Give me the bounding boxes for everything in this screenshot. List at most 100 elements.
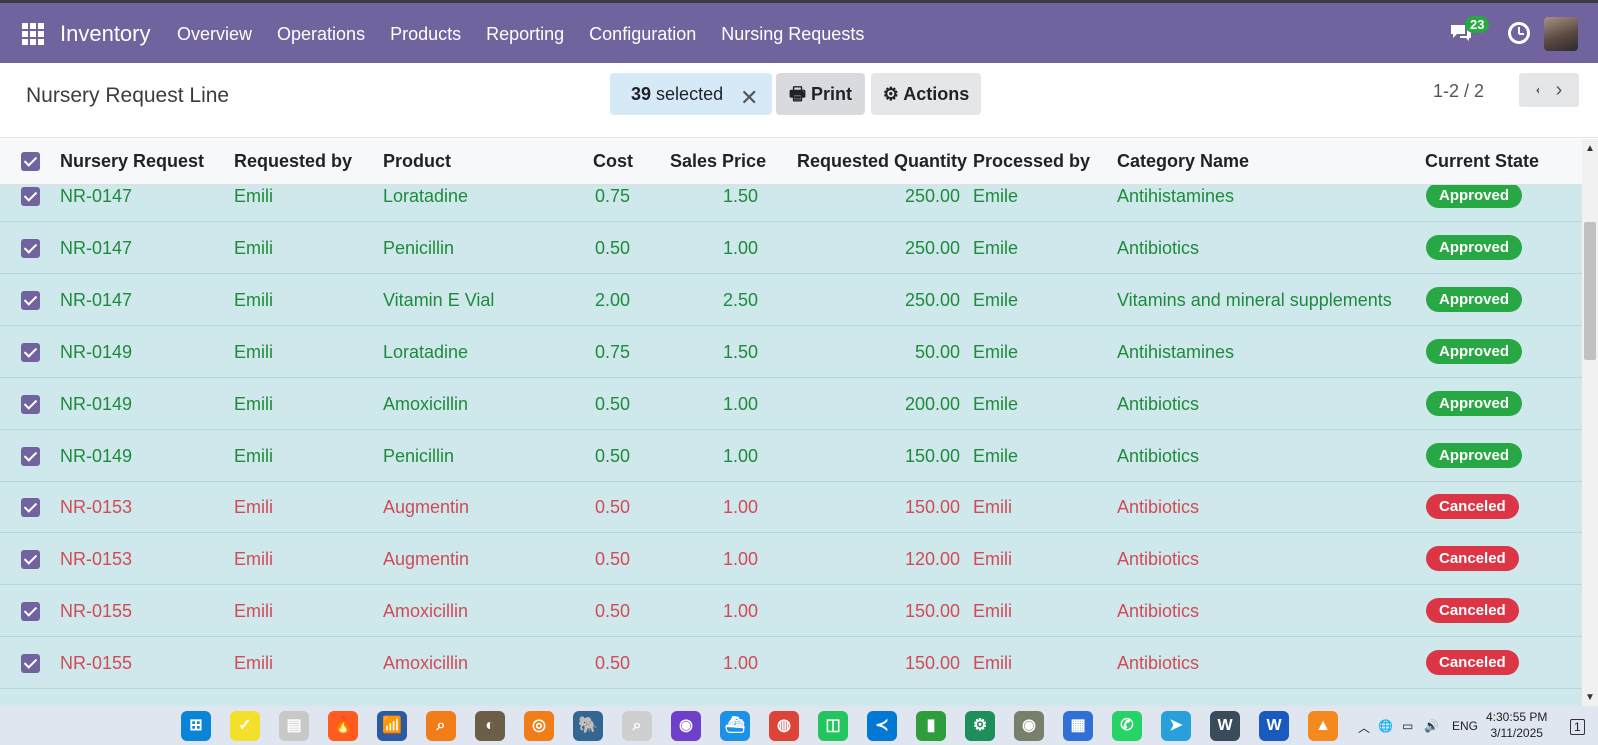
table-row[interactable]: NR-0153 Emili Augmentin 0.50 1.00 120.00 Emili… [0, 534, 1582, 586]
row-checkbox[interactable] [21, 342, 40, 362]
cell-product: Amoxicillin [383, 653, 469, 674]
cell-category-name: Antibiotics [1117, 497, 1200, 518]
telegram-icon[interactable]: ➤ [1161, 711, 1191, 741]
chevron-right-icon: › [1555, 79, 1563, 101]
pager-value[interactable]: 1-2 / 2 [1433, 81, 1484, 102]
activity-clock-icon[interactable] [1508, 22, 1530, 44]
column-header-requested-by[interactable]: Requested by [234, 151, 352, 172]
row-checkbox[interactable] [21, 446, 40, 466]
scroll-up-arrow-icon[interactable]: ▲ [1585, 143, 1595, 154]
column-header-category-name[interactable]: Category Name [1117, 151, 1249, 172]
cell-sales-price: 1.00 [722, 601, 758, 622]
app-grid-icon[interactable] [22, 23, 44, 45]
table-row[interactable]: NR-0155 Emili Amoxicillin 0.50 1.00 150.00 Emi… [0, 638, 1582, 690]
menu-products[interactable]: Products [390, 24, 461, 45]
row-checkbox[interactable] [21, 550, 40, 570]
scrollbar-thumb[interactable] [1584, 222, 1596, 360]
column-header-processed-by[interactable]: Processed by [973, 151, 1090, 172]
cell-requested-by: Emili [234, 653, 273, 674]
screen-capture-icon[interactable]: ◫ [818, 711, 848, 741]
battery-icon[interactable]: ▭ [1402, 719, 1413, 733]
row-checkbox[interactable] [21, 394, 40, 414]
vscode-icon[interactable]: ≺ [867, 711, 897, 741]
print-button[interactable]: 🖶 Print [776, 73, 865, 115]
status-badge: Approved [1426, 185, 1523, 208]
cell-requested-quantity: 250.00 [904, 186, 960, 206]
column-header-nursery-request[interactable]: Nursery Request [60, 151, 204, 172]
volume-icon[interactable]: 🔊 [1424, 719, 1439, 733]
menu-configuration[interactable]: Configuration [589, 24, 696, 45]
notification-icon[interactable]: 1 [1570, 719, 1585, 735]
taskbar-clock[interactable]: 4:30:55 PM 3/11/2025 [1486, 709, 1547, 741]
table-row[interactable]: NR-0155 Emili Amoxicillin 0.50 1.00 150.00 Emi… [0, 586, 1582, 638]
row-checkbox[interactable] [21, 187, 40, 206]
cell-nursery-request: NR-0149 [60, 341, 133, 362]
cell-requested-quantity: 250.00 [904, 237, 960, 258]
blender-icon[interactable]: ◎ [524, 711, 554, 741]
whatsapp-icon[interactable]: ✆ [1112, 711, 1142, 741]
app-brand[interactable]: Inventory [60, 21, 151, 47]
menu-nursing-requests[interactable]: Nursing Requests [721, 24, 864, 45]
sticky-notes-icon[interactable]: ✓ [230, 711, 260, 741]
cell-sales-price: 1.00 [722, 393, 758, 414]
cell-requested-by: Emili [234, 341, 273, 362]
gimp-icon[interactable]: ◐ [475, 711, 505, 741]
column-header-current-state[interactable]: Current State [1425, 151, 1539, 172]
show-hidden-icons-chevron-icon[interactable]: ︿ [1358, 719, 1370, 736]
grid-app-icon[interactable]: ▦ [1063, 711, 1093, 741]
table-row[interactable]: NR-0149 Emili Loratadine 0.75 1.50 50.00 Emile… [0, 327, 1582, 378]
menu-overview[interactable]: Overview [177, 24, 252, 45]
row-checkbox[interactable] [21, 290, 40, 310]
cell-cost: 0.50 [594, 497, 630, 518]
menu-reporting[interactable]: Reporting [486, 24, 564, 45]
word-icon[interactable]: W [1259, 711, 1289, 741]
docker-icon[interactable]: ⛴ [720, 711, 750, 741]
wireless-icon[interactable]: 📶 [377, 711, 407, 741]
column-header-product[interactable]: Product [383, 151, 451, 172]
menu-operations[interactable]: Operations [277, 24, 365, 45]
row-checkbox[interactable] [21, 498, 40, 518]
table-row[interactable]: NR-0147 Emili Vitamin E Vial 2.00 2.50 250.00… [0, 275, 1582, 326]
column-header-sales-price[interactable]: Sales Price [670, 151, 766, 172]
table-row[interactable]: NR-0149 Emili Penicillin 0.50 1.00 150.00 Emil… [0, 431, 1582, 482]
pipe-icon[interactable]: ▮ [916, 711, 946, 741]
eye-app-icon[interactable]: ◉ [1014, 711, 1044, 741]
cell-requested-quantity: 150.00 [904, 653, 960, 674]
language-indicator[interactable]: ENG [1452, 719, 1478, 733]
column-header-requested-quantity[interactable]: Requested Quantity [797, 151, 967, 172]
cell-category-name: Antihistamines [1117, 186, 1235, 206]
cell-nursery-request: NR-0149 [60, 445, 133, 466]
wordpress-icon[interactable]: W [1210, 711, 1240, 741]
cell-requested-quantity: 150.00 [904, 445, 960, 466]
row-checkbox[interactable] [21, 238, 40, 258]
row-checkbox[interactable] [21, 602, 40, 622]
scroll-down-arrow-icon[interactable]: ▼ [1585, 692, 1595, 703]
windows-start-icon[interactable]: ⊞ [181, 711, 211, 741]
search-magnifier-icon[interactable]: ⌕ [426, 711, 456, 741]
github-icon[interactable]: ◉ [671, 711, 701, 741]
cell-nursery-request: NR-0153 [60, 549, 133, 570]
cell-requested-by: Emili [234, 393, 273, 414]
vlc-icon[interactable]: ▲ [1308, 711, 1338, 741]
unselect-close-icon[interactable]: ✕ [740, 85, 758, 111]
column-header-cost[interactable]: Cost [593, 151, 633, 172]
search-app-icon[interactable]: ⌕ [622, 711, 652, 741]
select-all-checkbox[interactable] [21, 152, 40, 171]
network-globe-icon[interactable]: 🌐 [1378, 719, 1393, 733]
cell-cost: 0.50 [594, 393, 630, 414]
pager-next-button[interactable]: › [1539, 73, 1579, 107]
postgres-icon[interactable]: 🐘 [573, 711, 603, 741]
table-row[interactable]: NR-0149 Emili Amoxicillin 0.50 1.00 200.00 Emi… [0, 379, 1582, 430]
fire-icon[interactable]: 🔥 [328, 711, 358, 741]
gear-app-icon[interactable]: ⚙ [965, 711, 995, 741]
user-avatar[interactable] [1544, 17, 1578, 51]
table-row[interactable]: NR-0147 Emili Loratadine 0.75 1.50 250.00 Emil… [0, 185, 1582, 222]
cell-processed-by: Emile [973, 445, 1019, 466]
chrome-icon[interactable]: ◍ [769, 711, 799, 741]
table-row[interactable]: NR-0147 Emili Penicillin 0.50 1.00 250.00 Emil… [0, 223, 1582, 274]
row-checkbox[interactable] [21, 654, 40, 674]
actions-button[interactable]: ⚙ Actions [871, 73, 981, 115]
file-explorer-icon[interactable]: ▤ [279, 711, 309, 741]
table-row[interactable]: NR-0153 Emili Augmentin 0.50 1.00 150.00 Emili… [0, 482, 1582, 534]
cell-sales-price: 1.50 [722, 341, 758, 362]
